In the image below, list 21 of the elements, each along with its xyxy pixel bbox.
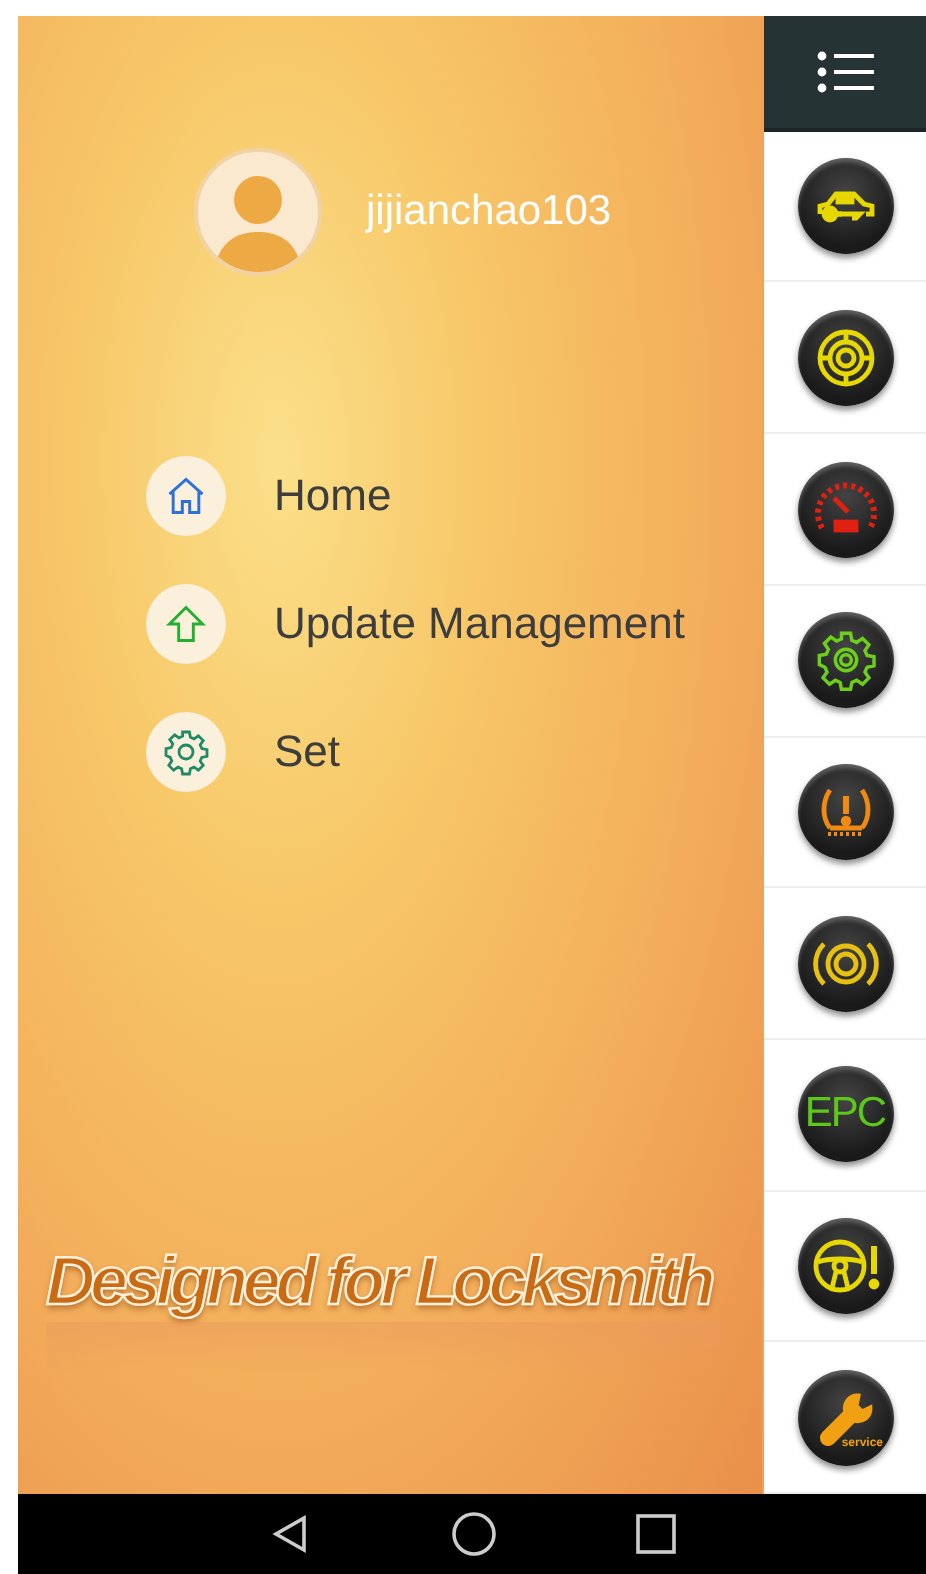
menu-item[interactable]: Home xyxy=(146,456,762,536)
warning-light-button[interactable] xyxy=(797,1217,893,1314)
warning-light-button[interactable]: EPC xyxy=(797,1066,893,1163)
warning-light-button[interactable] xyxy=(797,763,893,860)
warning-light-button[interactable] xyxy=(797,612,893,709)
epc-label: EPC xyxy=(804,1090,886,1139)
recents-icon[interactable] xyxy=(636,1514,677,1554)
username: jijianchao103 xyxy=(366,188,612,236)
slogan-logo: Designed for Locksmith xyxy=(46,1244,714,1322)
settings-icon xyxy=(162,728,210,776)
up-arrow-icon xyxy=(164,602,208,646)
warning-light-button[interactable] xyxy=(797,915,893,1012)
house-icon xyxy=(164,474,208,518)
menu-icon[interactable] xyxy=(815,49,875,94)
warning-light-button[interactable] xyxy=(797,158,893,255)
menu-item[interactable]: Set xyxy=(146,712,762,792)
back-icon[interactable] xyxy=(267,1512,312,1556)
home-circle-icon[interactable] xyxy=(449,1510,498,1558)
menu-item[interactable]: Update Management xyxy=(146,584,762,664)
warning-light-button[interactable] xyxy=(797,461,893,558)
warning-light-button[interactable] xyxy=(797,309,893,406)
